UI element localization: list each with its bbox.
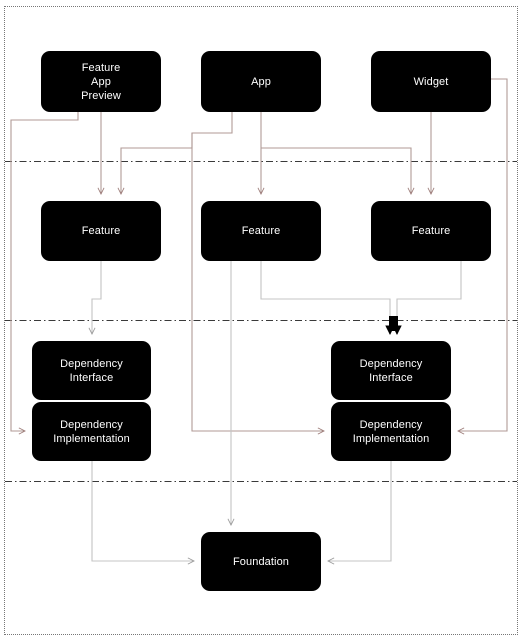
node-label: Dependency Implementation	[53, 418, 130, 445]
node-label: Dependency Interface	[60, 357, 123, 384]
node-label: Dependency Implementation	[352, 418, 430, 445]
edge-app-to-feature1	[121, 112, 233, 194]
edge-depimpl2-to-foundation	[328, 461, 392, 561]
node-feature-app-preview[interactable]: Feature App Preview	[41, 51, 161, 112]
node-foundation[interactable]: Foundation	[201, 532, 321, 591]
node-label: Foundation	[232, 555, 290, 568]
node-dependency-implementation-1[interactable]: Dependency Implementation	[32, 402, 151, 461]
node-feature-3[interactable]: Feature	[371, 201, 491, 261]
node-app[interactable]: App	[201, 51, 321, 112]
node-label: Feature	[241, 225, 281, 237]
node-feature-1[interactable]: Feature	[41, 201, 161, 261]
node-widget[interactable]: Widget	[371, 51, 491, 112]
edge-app-to-feature3	[261, 147, 411, 194]
edge-feature3-to-depinterface2	[396, 261, 462, 318]
edge-app-to-depimpl2	[191, 133, 324, 431]
edge-feature1-to-depinterface1	[92, 261, 102, 334]
node-dependency-interface-2[interactable]: Dependency Interface	[331, 341, 451, 400]
node-label: Feature	[411, 225, 451, 237]
node-dependency-implementation-2[interactable]: Dependency Implementation	[331, 402, 451, 461]
node-label: App	[251, 75, 271, 88]
node-dependency-interface-1[interactable]: Dependency Interface	[32, 341, 151, 400]
node-label: Widget	[413, 75, 449, 88]
node-feature-2[interactable]: Feature	[201, 201, 321, 261]
edge-feature2-to-depinterface2	[260, 261, 391, 318]
node-label: Feature App Preview	[81, 61, 121, 102]
node-label: Feature	[81, 225, 121, 237]
dependency-interface-2-join	[385, 316, 402, 335]
diagram-canvas: Feature App Preview App Widget Feature F…	[0, 0, 522, 641]
node-label: Dependency Interface	[359, 357, 423, 384]
edge-depimpl1-to-foundation	[91, 461, 194, 561]
